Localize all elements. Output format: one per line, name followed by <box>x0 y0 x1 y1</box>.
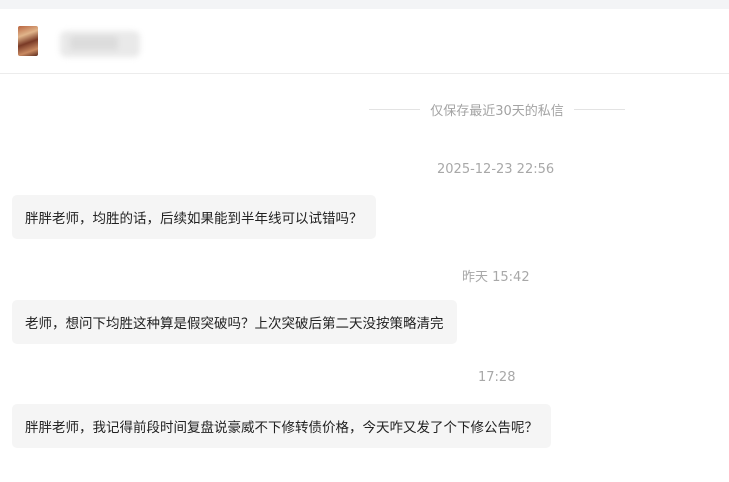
message-bubble[interactable]: 老师，想问下均胜这种算是假突破吗？上次突破后第二天没按策略清完 <box>12 300 457 344</box>
message-timestamp: 17:28 <box>478 370 516 385</box>
window-top-strip <box>0 0 729 9</box>
divider-left <box>369 108 421 110</box>
message-text: 胖胖老师，均胜的话，后续如果能到半年线可以试错吗？ <box>25 211 363 227</box>
message-timestamp: 2025-12-23 22:56 <box>437 162 555 177</box>
message-text: 胖胖老师，我记得前段时间复盘说豪威不下修转债价格，今天咋又发了个下修公告呢？ <box>25 420 538 436</box>
retention-notice: 仅保存最近30天的私信 <box>369 98 626 120</box>
message-timestamp: 昨天 15:42 <box>462 270 530 285</box>
message-bubble[interactable]: 胖胖老师，我记得前段时间复盘说豪威不下修转债价格，今天咋又发了个下修公告呢？ <box>12 404 551 448</box>
contact-name-blurred <box>60 31 140 57</box>
divider-right <box>573 108 626 110</box>
message-text: 老师，想问下均胜这种算是假突破吗？上次突破后第二天没按策略清完 <box>25 316 444 332</box>
chat-header <box>0 9 729 74</box>
avatar[interactable] <box>18 26 38 56</box>
message-bubble[interactable]: 胖胖老师，均胜的话，后续如果能到半年线可以试错吗？ <box>12 195 376 239</box>
retention-notice-text: 仅保存最近30天的私信 <box>430 103 564 119</box>
